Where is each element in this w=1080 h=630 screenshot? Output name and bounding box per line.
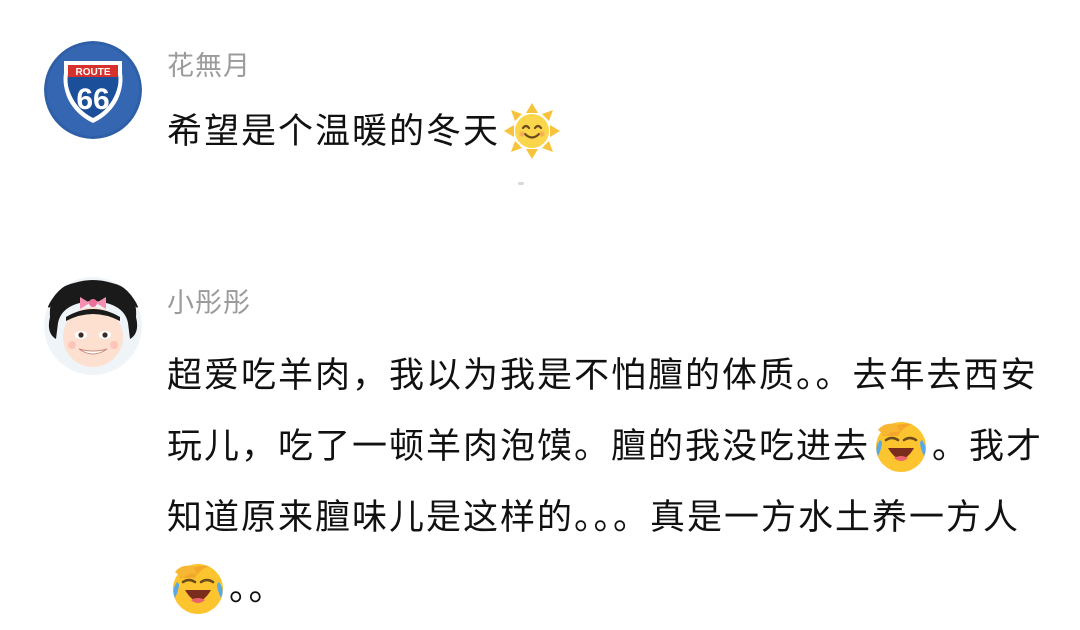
route-text: ROUTE: [76, 67, 111, 78]
cartoon-girl-avatar-icon: [44, 277, 142, 375]
comment-text: 希望是个温暖的冬天: [167, 103, 1047, 159]
facepalm-laugh-emoji: [872, 418, 930, 474]
comment-item: ROUTE 66 花無月 希望是个温暖的冬天: [0, 0, 1080, 240]
username[interactable]: 小彤彤: [167, 287, 251, 321]
divider: [518, 182, 524, 185]
comment-text: 超爱吃羊肉，我以为我是不怕膻的体质。。去年去西安玩儿，吃了一顿羊肉泡馍。膻的我没…: [167, 341, 1047, 625]
username[interactable]: 花無月: [167, 50, 251, 84]
route-66-sign-icon: ROUTE 66: [44, 41, 142, 139]
avatar[interactable]: [44, 277, 142, 375]
smiling-sun-emoji: [502, 103, 562, 159]
comment-item: 小彤彤 超爱吃羊肉，我以为我是不怕膻的体质。。去年去西安玩儿，吃了一顿羊肉泡馍。…: [0, 270, 1080, 630]
facepalm-laugh-emoji: [169, 560, 227, 616]
comment-text-segment: 。。: [229, 569, 286, 609]
comment-text-segment: 希望是个温暖的冬天: [167, 112, 501, 152]
route-number: 66: [76, 83, 109, 116]
avatar[interactable]: ROUTE 66: [44, 41, 142, 139]
